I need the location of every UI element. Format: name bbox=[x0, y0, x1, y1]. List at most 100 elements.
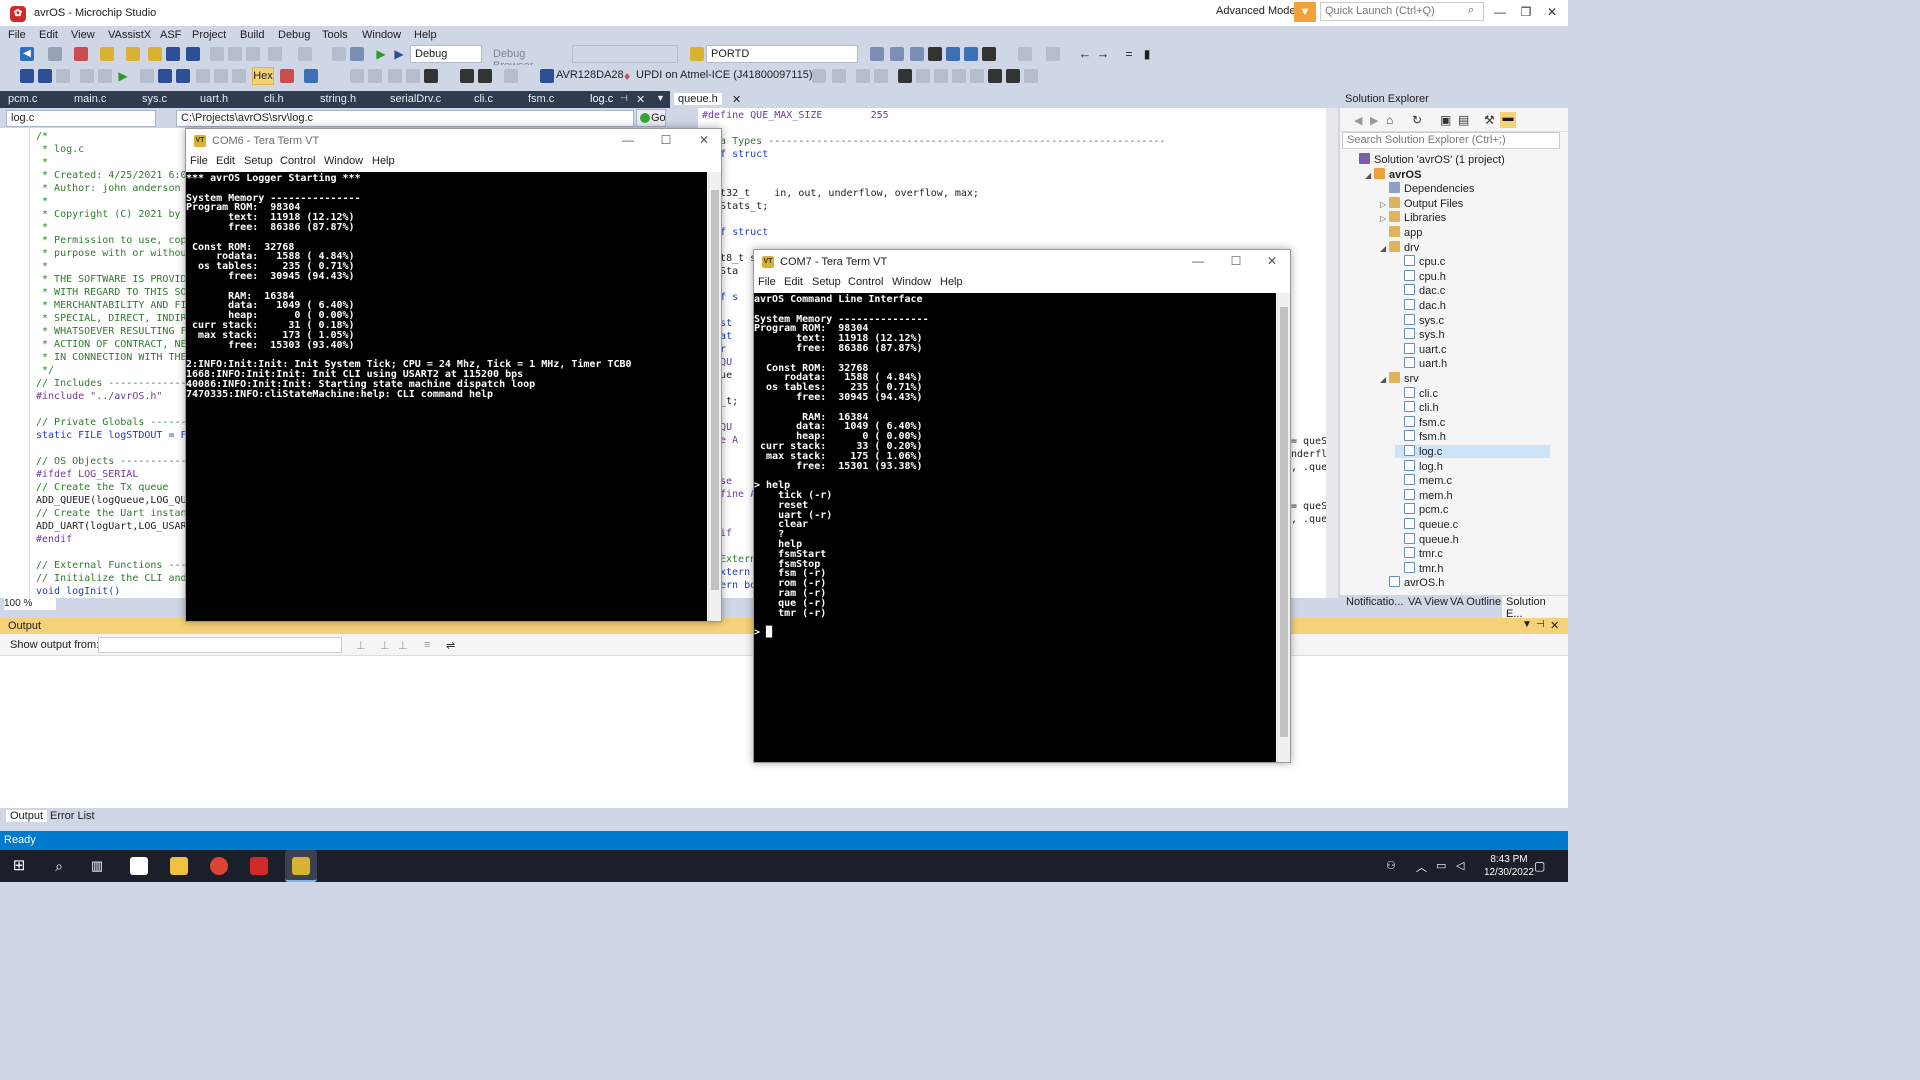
tree-expander-icon[interactable]: ▷ bbox=[1380, 200, 1389, 209]
run-to-cursor-icon[interactable] bbox=[80, 69, 94, 83]
se-back-icon[interactable]: ◀ bbox=[1354, 114, 1362, 127]
tree-item-srv[interactable]: ◢ srv bbox=[1380, 372, 1419, 385]
close-queue-tab-icon[interactable]: ✕ bbox=[732, 93, 741, 106]
se-preview-icon[interactable]: ▬ bbox=[1500, 112, 1516, 128]
output-dropdown-icon[interactable]: ▼ bbox=[1522, 619, 1532, 630]
device-programming-icon[interactable] bbox=[870, 47, 884, 61]
notepad-icon[interactable] bbox=[130, 857, 148, 875]
undo-icon[interactable] bbox=[268, 47, 282, 61]
se-home-icon[interactable]: ⌂ bbox=[1386, 113, 1393, 127]
extension-manager-icon[interactable] bbox=[964, 47, 978, 61]
configuration-select[interactable]: Debug bbox=[410, 45, 482, 63]
com6-menu-file[interactable]: File bbox=[190, 155, 208, 167]
step-over-icon[interactable] bbox=[140, 69, 154, 83]
tab-output[interactable]: Output bbox=[6, 810, 48, 822]
tree-item-libraries[interactable]: ▷ Libraries bbox=[1380, 211, 1446, 224]
upload-icon[interactable] bbox=[478, 69, 492, 83]
search-icon[interactable]: ⌕ bbox=[1468, 4, 1474, 17]
com7-menu-control[interactable]: Control bbox=[848, 276, 883, 288]
tab-uart-h[interactable]: uart.h bbox=[200, 93, 228, 105]
tool-label[interactable]: UPDI on Atmel-ICE (J41800097115) bbox=[636, 69, 813, 81]
hex-toggle-button[interactable]: Hex bbox=[252, 67, 274, 85]
tree-item-dependencies[interactable]: Dependencies bbox=[1380, 182, 1474, 195]
com6-menu-control[interactable]: Control bbox=[280, 155, 315, 167]
com6-terminal-output[interactable]: *** avrOS Logger Starting *** System Mem… bbox=[186, 172, 707, 621]
registers-icon[interactable] bbox=[368, 69, 382, 83]
tree-expander-icon[interactable]: ▷ bbox=[1380, 214, 1389, 223]
next-bookmark-folder-icon[interactable] bbox=[970, 69, 984, 83]
menu-help[interactable]: Help bbox=[414, 29, 437, 41]
com7-terminal-output[interactable]: avrOS Command Line Interface System Memo… bbox=[754, 293, 1276, 762]
maximize-button[interactable]: ❐ bbox=[1514, 4, 1538, 20]
network-icon[interactable]: ▭ bbox=[1436, 859, 1446, 872]
tab-queue-h[interactable]: queue.h bbox=[674, 93, 722, 105]
com7-menu-help[interactable]: Help bbox=[940, 276, 963, 288]
tree-item-pcm-c[interactable]: pcm.c bbox=[1395, 503, 1448, 516]
tree-expander-icon[interactable]: ◢ bbox=[1365, 171, 1374, 180]
tree-item-solution-avros-1-project[interactable]: Solution 'avrOS' (1 project) bbox=[1350, 153, 1505, 166]
platform-select[interactable] bbox=[572, 45, 678, 63]
com7-menu-file[interactable]: File bbox=[758, 276, 776, 288]
com6-menu-window[interactable]: Window bbox=[324, 155, 363, 167]
restart-icon[interactable] bbox=[56, 69, 70, 83]
device-label[interactable]: AVR128DA28 bbox=[556, 69, 624, 81]
com6-scroll-thumb[interactable] bbox=[711, 190, 719, 590]
notifications-icon[interactable]: ▢ bbox=[1534, 859, 1545, 873]
debug-browser-select[interactable]: Debug Browser bbox=[488, 45, 570, 72]
forward-icon[interactable] bbox=[48, 47, 62, 61]
tree-item-dac-h[interactable]: dac.h bbox=[1395, 299, 1446, 312]
window-layout-icon[interactable] bbox=[982, 47, 996, 61]
menu-asf[interactable]: ASF bbox=[160, 29, 181, 41]
new-project-icon[interactable] bbox=[74, 47, 88, 61]
tree-item-avros-h[interactable]: avrOS.h bbox=[1380, 576, 1444, 589]
start-debug-icon[interactable]: ▶ bbox=[374, 47, 388, 61]
navigate-back-icon[interactable]: ← bbox=[1078, 47, 1092, 61]
memory-icon[interactable] bbox=[350, 69, 364, 83]
tab-fsm-c[interactable]: fsm.c bbox=[528, 93, 554, 105]
outdent-icon[interactable] bbox=[832, 69, 846, 83]
people-icon[interactable]: ⚇ bbox=[1386, 859, 1396, 872]
cut-icon[interactable] bbox=[210, 47, 224, 61]
step-into-icon[interactable] bbox=[158, 69, 172, 83]
tree-item-sys-c[interactable]: sys.c bbox=[1395, 313, 1444, 327]
path-select[interactable]: C:\Projects\avrOS\srv\log.c bbox=[176, 110, 634, 127]
windows-start-icon[interactable]: ⊞ bbox=[10, 857, 28, 875]
output-source-select[interactable] bbox=[98, 637, 342, 653]
tree-item-dac-c[interactable]: dac.c bbox=[1395, 284, 1445, 297]
io-view-icon[interactable] bbox=[424, 69, 438, 83]
open-file-icon[interactable] bbox=[126, 47, 140, 61]
tree-item-cpu-h[interactable]: cpu.h bbox=[1395, 269, 1446, 283]
disassembly-icon[interactable] bbox=[388, 69, 402, 83]
com7-minimize-button[interactable]: — bbox=[1188, 254, 1208, 270]
task-view-icon[interactable]: ▥ bbox=[88, 857, 106, 875]
prev-bookmark-icon[interactable] bbox=[916, 69, 930, 83]
output-close-icon[interactable]: ✕ bbox=[1550, 619, 1559, 632]
bookmark-window-icon[interactable] bbox=[1006, 69, 1020, 83]
windows-icon[interactable] bbox=[304, 69, 318, 83]
menu-tools[interactable]: Tools bbox=[322, 29, 348, 41]
navigate-forward-icon[interactable]: → bbox=[1096, 47, 1110, 61]
com7-menu-edit[interactable]: Edit bbox=[784, 276, 803, 288]
solution-search-input[interactable]: Search Solution Explorer (Ctrl+;) bbox=[1342, 132, 1560, 149]
tab-notifications[interactable]: Notificatio... bbox=[1346, 596, 1403, 608]
break-all-icon[interactable] bbox=[20, 69, 34, 83]
file-explorer-icon[interactable] bbox=[170, 857, 188, 875]
com7-close-button[interactable]: ✕ bbox=[1262, 254, 1282, 270]
system-clock[interactable]: 8:43 PM 12/30/2022 bbox=[1484, 853, 1534, 879]
tree-item-mem-c[interactable]: mem.c bbox=[1395, 474, 1452, 487]
prev-bookmark-folder-icon[interactable] bbox=[952, 69, 966, 83]
find-symbol-icon[interactable] bbox=[690, 47, 704, 61]
tree-item-cpu-c[interactable]: cpu.c bbox=[1395, 255, 1445, 268]
tree-item-app[interactable]: app bbox=[1380, 226, 1422, 239]
editor-scrollbar[interactable] bbox=[1326, 108, 1338, 598]
com6-close-button[interactable]: ✕ bbox=[694, 133, 714, 149]
clear-breakpoints-icon[interactable] bbox=[280, 69, 294, 83]
tab-solution-explorer[interactable]: Solution E... bbox=[1502, 596, 1568, 620]
file-select[interactable]: log.c bbox=[6, 110, 156, 127]
download-icon[interactable] bbox=[460, 69, 474, 83]
comment-icon[interactable]: = bbox=[1122, 47, 1136, 61]
menu-file[interactable]: File bbox=[8, 29, 26, 41]
reset-icon[interactable] bbox=[232, 69, 246, 83]
next-bookmark-icon[interactable] bbox=[934, 69, 948, 83]
save-icon[interactable] bbox=[166, 47, 180, 61]
